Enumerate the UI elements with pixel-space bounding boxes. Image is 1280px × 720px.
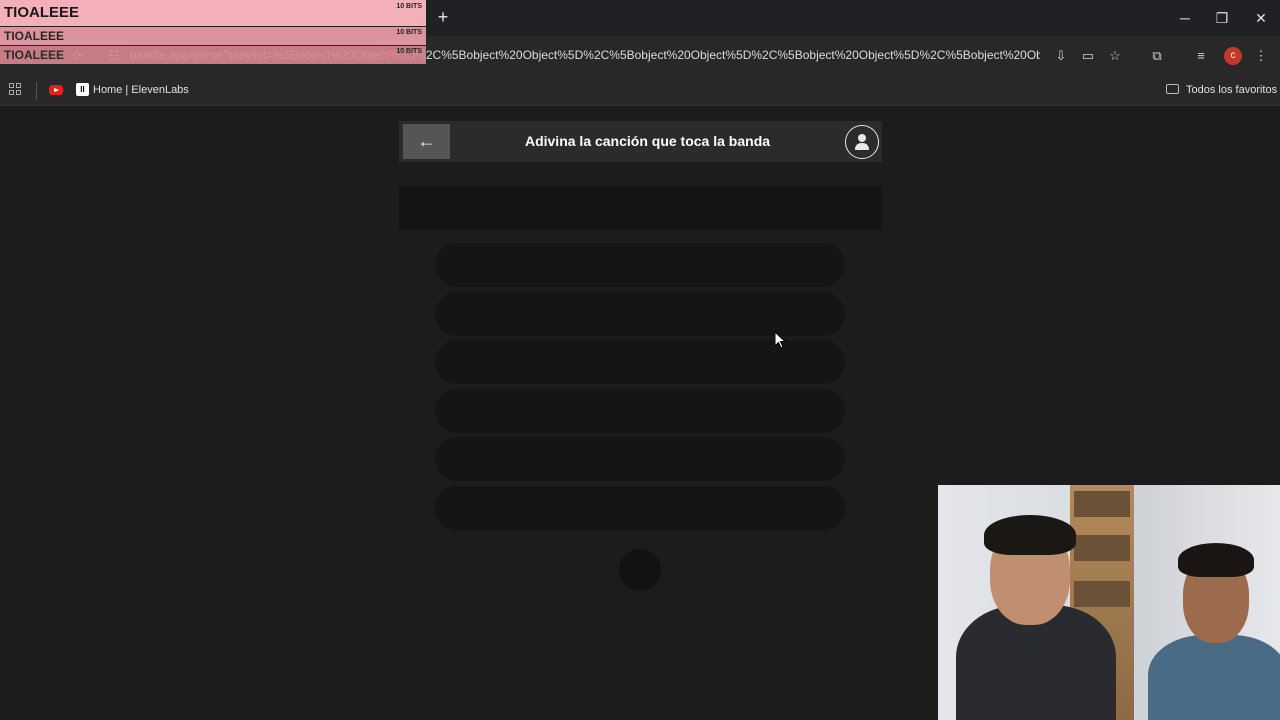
bookmarks-divider: [36, 82, 37, 100]
bits-username: TIOALEEE: [4, 4, 80, 21]
streamer-right-body: [1148, 635, 1280, 720]
elevenlabs-icon: II: [76, 83, 89, 96]
bookmark-star-icon[interactable]: ☆: [1105, 46, 1125, 66]
bookmarks-bar: II Home | ElevenLabs Todos los favoritos: [0, 76, 1280, 106]
user-profile-button[interactable]: [845, 125, 879, 159]
back-button[interactable]: ←: [403, 124, 450, 159]
new-tab-button[interactable]: +: [434, 8, 452, 26]
folder-icon: [1166, 84, 1179, 94]
bits-alert: TIOALEEE 10 BITS: [0, 27, 426, 45]
card-icon[interactable]: ▭: [1078, 46, 1098, 66]
answer-option-placeholder[interactable]: [435, 292, 845, 336]
arrow-left-icon: ←: [417, 131, 436, 151]
bits-alert: TIOALEEE 10 BITS: [0, 0, 426, 26]
user-icon-head: [858, 134, 866, 142]
answer-option-placeholder[interactable]: [435, 437, 845, 481]
answer-option-placeholder[interactable]: [435, 486, 845, 530]
user-icon-body: [855, 143, 869, 150]
streamer-right-hair: [1178, 543, 1254, 577]
extensions-icon[interactable]: ⧉: [1147, 46, 1167, 66]
bits-amount: 10 BITS: [396, 29, 422, 36]
bits-amount: 10 BITS: [396, 48, 422, 55]
install-app-icon[interactable]: ⇩: [1051, 46, 1071, 66]
close-window-button[interactable]: ✕: [1249, 6, 1273, 30]
answer-option-placeholder[interactable]: [435, 243, 845, 287]
webcam-feed: [938, 485, 1280, 720]
game-title: Adivina la canción que toca la banda: [524, 133, 771, 149]
youtube-icon[interactable]: [49, 85, 63, 95]
apps-grid-icon[interactable]: [9, 83, 23, 97]
menu-kebab-icon[interactable]: ⋮: [1251, 46, 1271, 66]
bookmark-elevenlabs[interactable]: Home | ElevenLabs: [93, 84, 189, 96]
bits-username: TIOALEEE: [4, 48, 65, 62]
profile-avatar[interactable]: c: [1224, 47, 1242, 65]
minimize-button[interactable]: ─: [1173, 6, 1197, 30]
bits-amount: 10 BITS: [396, 3, 422, 10]
loading-banner-placeholder: [399, 186, 882, 230]
play-button-placeholder[interactable]: [619, 549, 661, 591]
restore-button[interactable]: ❐: [1210, 6, 1234, 30]
streamer-left-hair: [984, 515, 1076, 555]
all-bookmarks-button[interactable]: Todos los favoritos: [1186, 84, 1277, 96]
bits-alert: TIOALEEE 10 BITS: [0, 46, 426, 64]
bits-username: TIOALEEE: [4, 29, 65, 43]
media-controls-icon[interactable]: ≡: [1191, 46, 1211, 66]
mouse-cursor-icon: [774, 330, 787, 355]
answer-option-placeholder[interactable]: [435, 389, 845, 433]
stream-bits-overlay: TIOALEEE 10 BITS TIOALEEE 10 BITS TIOALE…: [0, 0, 426, 64]
